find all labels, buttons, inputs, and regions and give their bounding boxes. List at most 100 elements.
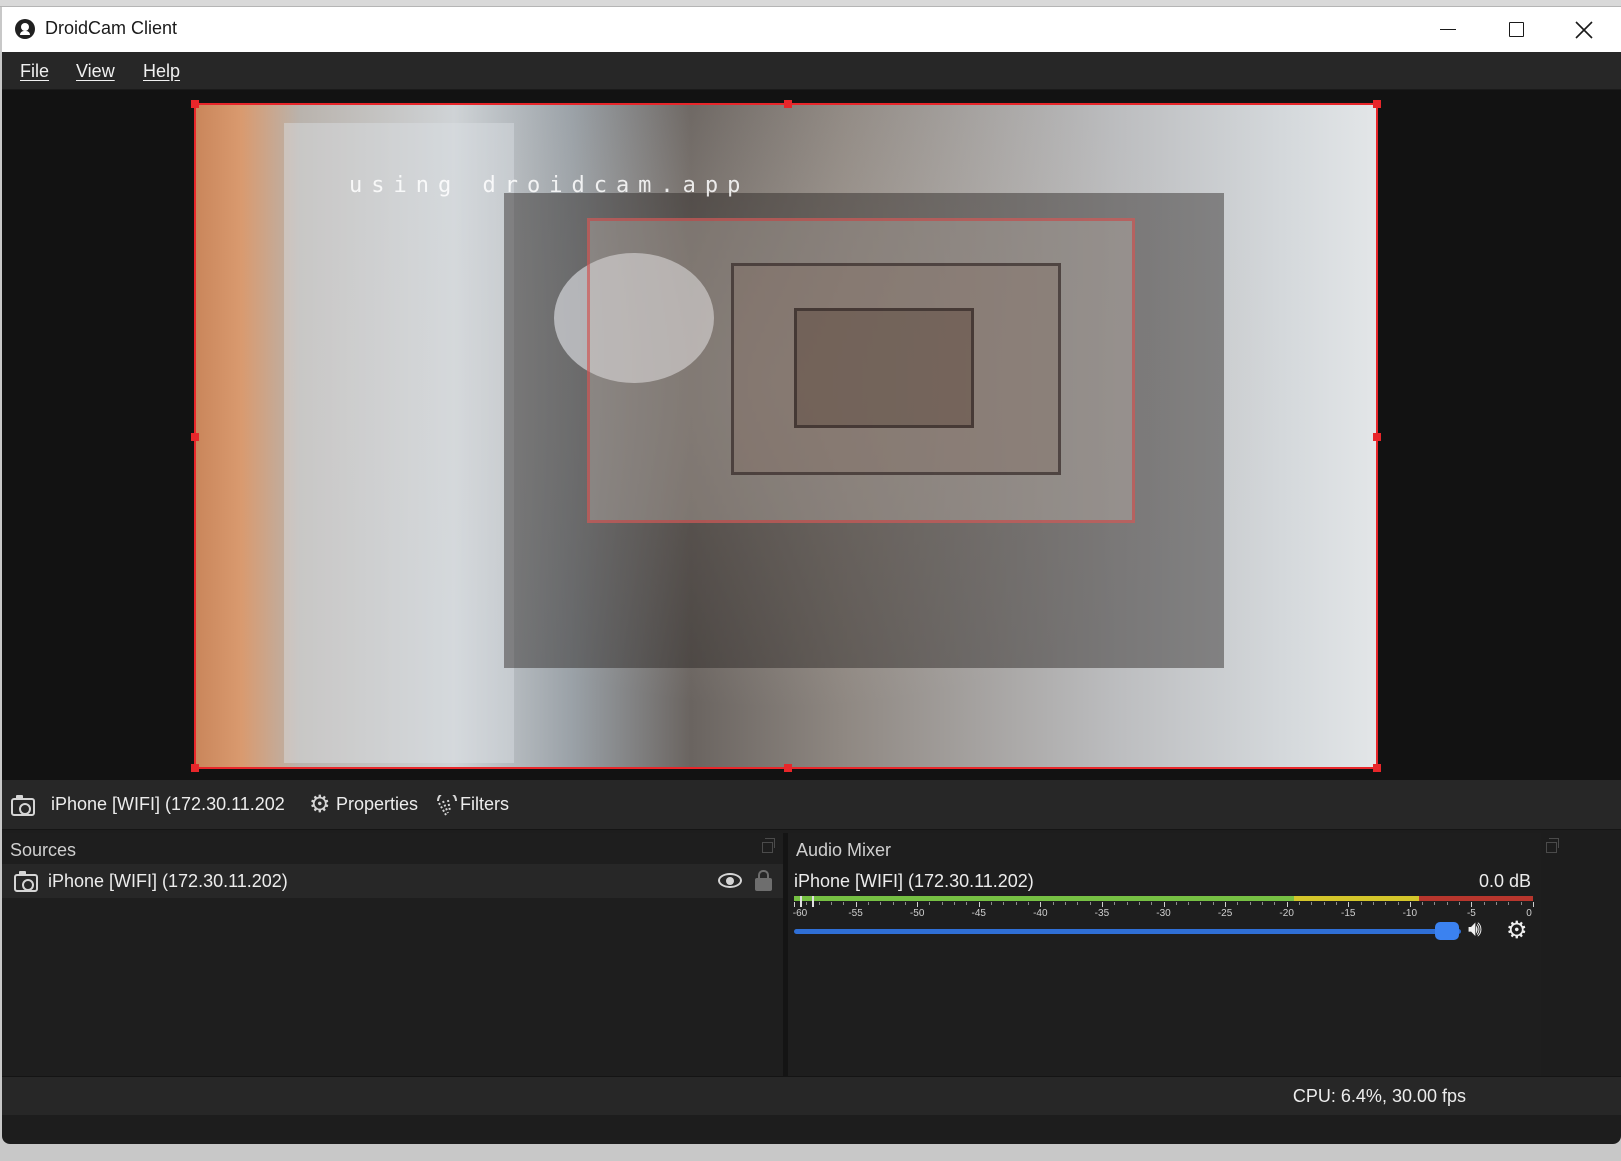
meter-tick: [1385, 902, 1387, 905]
menu-view[interactable]: View: [76, 52, 115, 90]
desktop-strip: [0, 0, 1621, 7]
meter-tick: [1496, 902, 1498, 905]
meter-tick: [1028, 902, 1030, 905]
properties-gear-icon[interactable]: ⚙: [309, 790, 331, 819]
minimize-button[interactable]: [1414, 7, 1482, 52]
watermark-text: using droidcam.app: [349, 173, 750, 198]
video-recursive-frame: [794, 308, 974, 428]
droidcam-app-icon: [15, 19, 35, 39]
meter-scale-label: -15: [1341, 908, 1356, 919]
meter-tick: [867, 902, 869, 905]
volume-fader-track[interactable]: [794, 929, 1461, 934]
droidcam-window: DroidCam Client File View Help using dro…: [2, 7, 1621, 1144]
menu-help[interactable]: Help: [143, 52, 180, 90]
meter-tick: [1360, 902, 1362, 905]
undock-icon[interactable]: [1546, 838, 1559, 853]
preview-area: using droidcam.app: [2, 90, 1621, 780]
close-icon: [1575, 20, 1593, 39]
mixer-db-value: 0.0 dB: [1478, 871, 1531, 891]
meter-tick: [1372, 902, 1374, 905]
meter-tick: [1471, 902, 1473, 907]
audio-mixer-dock: Audio Mixer iPhone [WIFI] (172.30.11.202…: [788, 833, 1559, 1076]
meter-tick: [1126, 902, 1128, 905]
meter-scale-label: -10: [1402, 908, 1418, 919]
meter-tick: [991, 902, 993, 905]
meter-tick: [1212, 902, 1214, 905]
meter-tick: [1138, 902, 1140, 905]
meter-tick: [1040, 902, 1042, 907]
meter-tick: [1520, 902, 1522, 905]
meter-scale-label: -40: [1033, 908, 1048, 919]
lock-icon[interactable]: [755, 870, 772, 891]
visibility-eye-icon[interactable]: [718, 873, 742, 888]
meter-tick: [1335, 902, 1337, 905]
meter-tick: [1175, 902, 1177, 905]
window-title: DroidCam Client: [45, 18, 178, 38]
status-cpu-fps: CPU: 6.4%, 30.00 fps: [1292, 1086, 1466, 1106]
meter-tick: [1015, 902, 1017, 905]
channel-settings-gear-icon[interactable]: ⚙: [1506, 916, 1528, 945]
meter-tick: [1163, 902, 1165, 907]
speaker-mute-icon[interactable]: 🔊︎: [1468, 916, 1482, 942]
meter-tick: [1311, 902, 1313, 905]
source-list-item[interactable]: iPhone [WIFI] (172.30.11.202): [2, 864, 783, 898]
meter-tick: [794, 902, 795, 907]
meter-tick: [1225, 902, 1227, 907]
volume-meter: [794, 896, 1533, 901]
camera-preview[interactable]: using droidcam.app: [194, 103, 1377, 767]
meter-yellow-zone: [1294, 896, 1419, 901]
camera-icon: [14, 871, 38, 892]
mixer-channel-name: iPhone [WIFI] (172.30.11.202): [794, 871, 1034, 891]
meter-tick: [1188, 902, 1190, 905]
menu-bar: File View Help: [2, 52, 1621, 90]
meter-tick: [1409, 902, 1411, 907]
meter-tick: [1003, 902, 1005, 905]
meter-scale-label: -25: [1217, 908, 1233, 919]
sources-title: Sources: [10, 840, 77, 860]
undock-icon[interactable]: [762, 838, 775, 853]
meter-tick: [1274, 902, 1276, 905]
meter-tick: [917, 902, 919, 907]
meter-scale-label: -30: [1156, 908, 1171, 919]
meter-scale-label: -50: [909, 908, 925, 919]
meter-tick: [1533, 902, 1534, 907]
meter-red-zone: [1419, 896, 1533, 901]
meter-tick: [1052, 902, 1054, 905]
meter-tick: [806, 902, 808, 905]
meter-tick: [966, 902, 968, 905]
audio-mixer-title: Audio Mixer: [796, 840, 892, 860]
meter-tick: [954, 902, 956, 905]
properties-button[interactable]: Properties: [336, 794, 418, 815]
meter-tick: [1434, 902, 1436, 905]
meter-tick: [941, 902, 943, 905]
selected-source-label: iPhone [WIFI] (172.30.11.202: [51, 794, 284, 814]
close-button[interactable]: [1550, 7, 1618, 52]
maximize-button[interactable]: [1482, 7, 1550, 52]
meter-tick: [1151, 902, 1153, 905]
meter-tick: [1262, 902, 1264, 905]
video-background-panel: [284, 123, 514, 763]
meter-tick: [1101, 902, 1103, 907]
meter-tick: [1077, 902, 1079, 905]
camera-icon: [11, 795, 35, 816]
status-bar: CPU: 6.4%, 30.00 fps: [2, 1076, 1621, 1115]
meter-tick: [1446, 902, 1448, 905]
meter-scale-label: -45: [971, 908, 986, 919]
maximize-icon: [1508, 22, 1524, 37]
source-item-label: iPhone [WIFI] (172.30.11.202): [48, 871, 288, 891]
meter-tick: [843, 902, 845, 905]
meter-tick: [1064, 902, 1066, 905]
meter-tick: [904, 902, 906, 905]
meter-scale-label: -60: [792, 908, 808, 919]
source-toolbar: iPhone [WIFI] (172.30.11.202 ⚙ Propertie…: [2, 780, 1621, 830]
filters-button[interactable]: Filters: [460, 794, 509, 815]
meter-tick: [1459, 902, 1461, 905]
meter-tick: [1323, 902, 1325, 905]
volume-fader-knob[interactable]: [1435, 922, 1459, 940]
filters-icon[interactable]: [435, 795, 459, 817]
meter-tick: [1249, 902, 1251, 905]
meter-scale-label: -20: [1279, 908, 1294, 919]
meter-tick: [1089, 902, 1091, 905]
meter-tick: [880, 902, 882, 905]
menu-file[interactable]: File: [20, 52, 49, 90]
